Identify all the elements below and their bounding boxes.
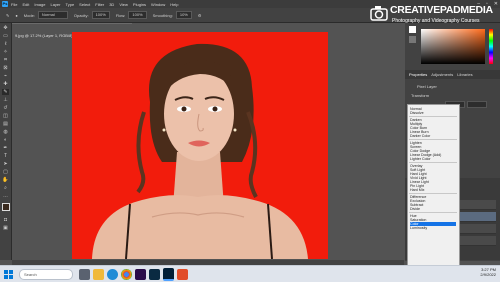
properties-tabs: Properties Adjustments Libraries — [405, 70, 500, 79]
document-tab-title: 9.jpg @ 17.2% (Layer 1, RGB/8) * — [15, 33, 76, 38]
windows-start-icon[interactable] — [3, 269, 14, 280]
flow-field[interactable]: 100% — [128, 11, 147, 19]
brush-size-icon[interactable]: ● — [15, 13, 17, 18]
menu-type[interactable]: Type — [66, 2, 75, 7]
close-window-icon[interactable]: ✕ — [494, 1, 498, 7]
clone-stamp-tool-icon[interactable]: ⊥ — [2, 97, 9, 103]
blend-mode-option[interactable]: Divide — [410, 207, 420, 211]
mode-label: Mode: — [23, 12, 35, 18]
premiere-icon[interactable] — [135, 268, 146, 280]
photoshop-taskbar-icon[interactable] — [163, 267, 174, 281]
transform-label: Transform — [411, 93, 430, 98]
tools-panel: ✥ ▭ ℓ ✧ ⌗ ⊠ ⌁ ✚ ✎ ⊥ ↺ ◫ ▤ ◍ ◐ ✒ T ➤ ▢ ✋ … — [0, 23, 12, 260]
eyedropper-tool-icon[interactable]: ⌁ — [2, 73, 9, 79]
marquee-tool-icon[interactable]: ▭ — [2, 33, 9, 39]
blend-mode-option[interactable]: Darker Color — [410, 134, 430, 138]
crop-tool-icon[interactable]: ⌗ — [2, 57, 9, 63]
blend-mode-separator — [409, 193, 457, 194]
taskbar: Search — [0, 265, 500, 282]
tab-adjustments[interactable]: Adjustments — [431, 72, 453, 77]
settings-gear-icon[interactable]: ⚙ — [198, 13, 202, 18]
flow-label: Flow: — [115, 12, 126, 18]
blend-mode-separator — [409, 116, 457, 117]
portrait-image — [92, 43, 308, 259]
more-tools-icon[interactable]: … — [2, 193, 9, 199]
swatches-tab-icon[interactable] — [409, 36, 416, 43]
screen-mode-icon[interactable]: ▣ — [2, 225, 9, 231]
smoothing-field[interactable]: 10% — [175, 11, 192, 19]
hand-tool-icon[interactable]: ✋ — [2, 177, 9, 183]
system-clock[interactable]: 3:27 PM 2/9/2022 — [480, 267, 496, 277]
path-select-tool-icon[interactable]: ➤ — [2, 161, 9, 167]
tab-libraries[interactable]: Libraries — [457, 72, 472, 77]
zoom-tool-icon[interactable]: ⌕ — [2, 185, 9, 191]
photoshop-logo-icon[interactable]: Ps — [2, 1, 8, 7]
gradient-tool-icon[interactable]: ▤ — [2, 121, 9, 127]
eraser-tool-icon[interactable]: ◫ — [2, 113, 9, 119]
foreground-color-swatch[interactable] — [2, 203, 10, 211]
frame-tool-icon[interactable]: ⊠ — [2, 65, 9, 71]
menu-plugins[interactable]: Plugins — [133, 2, 146, 7]
pixel-layer-label: Pixel Layer — [417, 84, 437, 89]
lasso-tool-icon[interactable]: ℓ — [2, 41, 9, 47]
app-icon[interactable] — [177, 268, 188, 280]
blend-mode-option[interactable]: Lighter Color — [410, 157, 431, 161]
blend-mode-option[interactable]: Dissolve — [410, 111, 424, 115]
quick-mask-icon[interactable]: ◘ — [2, 217, 9, 223]
clock-date: 2/9/2022 — [480, 272, 496, 277]
menu-file[interactable]: File — [11, 2, 17, 7]
blur-tool-icon[interactable]: ◍ — [2, 129, 9, 135]
watermark-subtitle: Photography and Videography Courses — [392, 18, 480, 24]
history-brush-tool-icon[interactable]: ↺ — [2, 105, 9, 111]
menu-filter[interactable]: Filter — [95, 2, 104, 7]
menu-layer[interactable]: Layer — [50, 2, 60, 7]
document-tab[interactable]: 9.jpg @ 17.2% (Layer 1, RGB/8) * × — [12, 23, 132, 38]
chrome-icon[interactable] — [121, 268, 132, 280]
quick-select-tool-icon[interactable]: ✧ — [2, 49, 9, 55]
menu-window[interactable]: Window — [151, 2, 165, 7]
maximize-icon[interactable]: ▫ — [486, 1, 488, 7]
menu-3d[interactable]: 3D — [109, 2, 114, 7]
height-field[interactable] — [467, 101, 487, 108]
blend-mode-separator — [409, 162, 457, 163]
blend-mode-option[interactable]: Luminosity — [410, 226, 427, 230]
taskbar-search[interactable]: Search — [19, 268, 73, 280]
tab-properties[interactable]: Properties — [409, 72, 427, 77]
task-view-icon[interactable] — [79, 268, 90, 280]
lightroom-icon[interactable] — [149, 268, 160, 280]
hue-slider[interactable] — [489, 29, 493, 64]
move-tool-icon[interactable]: ✥ — [2, 25, 9, 31]
blend-mode-option[interactable]: Hard Mix — [410, 188, 424, 192]
window-controls: – ▫ ✕ — [477, 0, 498, 8]
color-picker-field[interactable] — [421, 29, 485, 64]
menu-select[interactable]: Select — [79, 2, 90, 7]
mode-select[interactable]: Normal — [37, 11, 68, 19]
dodge-tool-icon[interactable]: ◐ — [2, 137, 9, 143]
menu-help[interactable]: Help — [170, 2, 178, 7]
shape-tool-icon[interactable]: ▢ — [2, 169, 9, 175]
minimize-icon[interactable]: – — [477, 1, 480, 7]
file-explorer-icon[interactable] — [93, 268, 104, 280]
camera-logo-icon — [370, 6, 388, 21]
healing-brush-tool-icon[interactable]: ✚ — [2, 81, 9, 87]
color-swatches[interactable] — [0, 203, 12, 215]
menu-image[interactable]: Image — [34, 2, 45, 7]
brush-tool-icon[interactable]: ✎ — [2, 89, 9, 95]
type-tool-icon[interactable]: T — [2, 153, 9, 159]
menu-edit[interactable]: Edit — [22, 2, 29, 7]
color-panel-icons — [409, 26, 417, 66]
smoothing-label: Smoothing: — [152, 12, 173, 18]
opacity-label: Opacity: — [73, 12, 89, 18]
blend-mode-dropdown[interactable]: Normal Dissolve Darken Multiply Color Burn Li… — [407, 104, 460, 268]
blend-mode-separator — [409, 212, 457, 213]
pen-tool-icon[interactable]: ✒ — [2, 145, 9, 151]
blend-mode-separator — [409, 139, 457, 140]
edge-icon[interactable] — [107, 268, 118, 280]
menu-view[interactable]: View — [119, 2, 128, 7]
document-canvas[interactable] — [72, 32, 328, 259]
brush-tool-icon[interactable]: ✎ — [6, 13, 9, 18]
opacity-field[interactable]: 100% — [91, 11, 110, 19]
